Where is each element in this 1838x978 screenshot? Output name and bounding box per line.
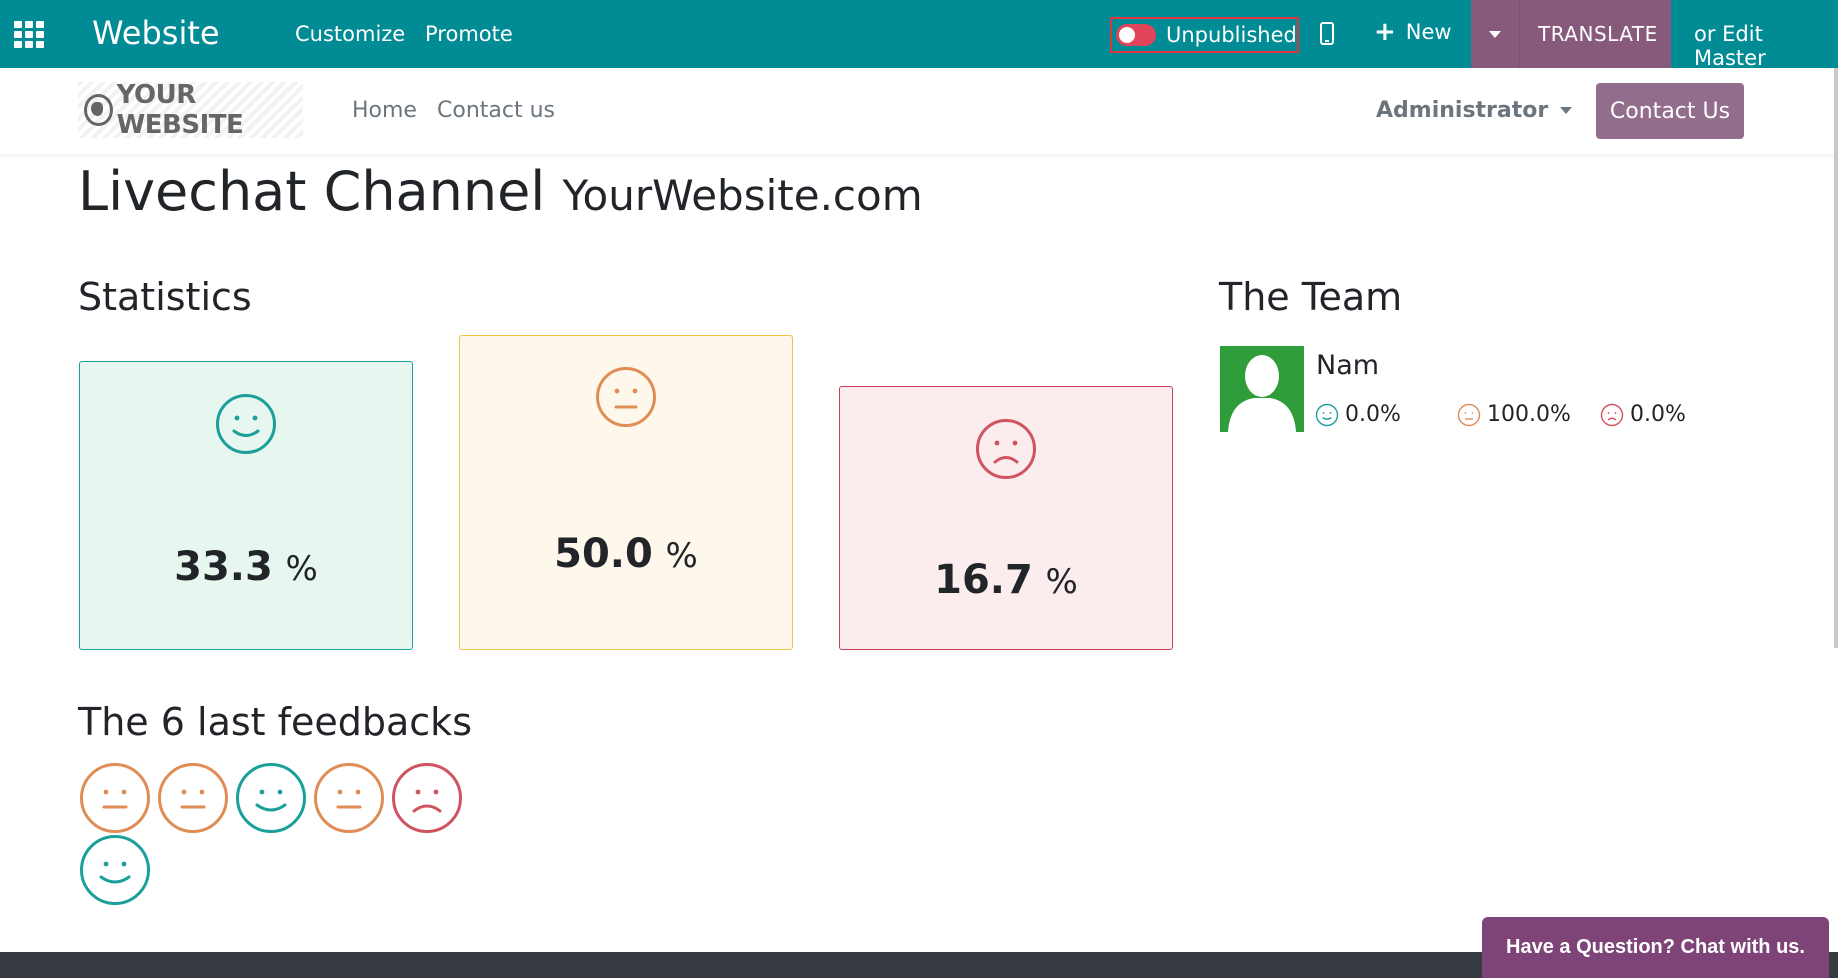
mobile-preview-icon[interactable] xyxy=(1320,22,1334,45)
stat-value-neutral: 50.0 % xyxy=(460,531,792,577)
scrollbar[interactable] xyxy=(1834,68,1838,648)
divider xyxy=(1519,0,1520,68)
site-header: YOUR WEBSITE Home Contact us Administrat… xyxy=(0,68,1838,154)
stat-value-sad: 16.7 % xyxy=(840,557,1172,603)
feedbacks-heading: The 6 last feedbacks xyxy=(78,700,472,744)
page-title-channel: YourWebsite.com xyxy=(562,171,923,220)
member-happy-percent: 0.0% xyxy=(1345,402,1401,427)
neutral-face-icon xyxy=(1457,403,1481,426)
stat-card-happy: 33.3 % xyxy=(79,361,413,650)
page-title: Livechat Channel YourWebsite.com xyxy=(78,160,923,223)
happy-feedback-icon xyxy=(236,763,306,833)
logo-text: YOUR WEBSITE xyxy=(116,80,244,140)
apps-grid-icon[interactable] xyxy=(14,21,44,48)
contact-us-button[interactable]: Contact Us xyxy=(1596,83,1744,139)
edit-master-link[interactable]: or Edit Master xyxy=(1694,22,1838,70)
neutral-feedback-icon xyxy=(314,763,384,833)
sad-feedback-icon xyxy=(392,763,462,833)
sad-face-icon xyxy=(976,419,1036,479)
neutral-feedback-icon xyxy=(158,763,228,833)
neutral-face-icon xyxy=(596,367,656,427)
happy-feedback-icon xyxy=(80,835,150,905)
stat-card-neutral: 50.0 % xyxy=(459,335,793,650)
member-sad-percent: 0.0% xyxy=(1630,402,1686,427)
percent-unit: % xyxy=(665,536,698,576)
user-menu[interactable]: Administrator xyxy=(1376,98,1573,123)
new-button[interactable]: + New xyxy=(1374,17,1452,47)
member-neutral-percent: 100.0% xyxy=(1487,402,1571,427)
percent-unit: % xyxy=(1045,562,1078,602)
member-stat-neutral: 100.0% xyxy=(1457,402,1571,427)
nav-home[interactable]: Home xyxy=(352,98,417,123)
sad-face-icon xyxy=(1600,403,1624,426)
chevron-down-icon xyxy=(1560,107,1573,114)
member-stat-sad: 0.0% xyxy=(1600,402,1686,427)
language-dropdown-icon[interactable] xyxy=(1489,30,1501,38)
neutral-percent: 50.0 xyxy=(554,531,653,577)
menu-customize[interactable]: Customize xyxy=(295,22,405,46)
globe-icon xyxy=(84,94,113,126)
statistics-heading: Statistics xyxy=(78,275,252,319)
translate-button[interactable]: TRANSLATE xyxy=(1538,22,1658,46)
site-logo[interactable]: YOUR WEBSITE xyxy=(78,80,303,140)
toggle-switch-icon[interactable] xyxy=(1116,24,1156,46)
menu-promote[interactable]: Promote xyxy=(425,22,513,46)
website-topbar: Website Customize Promote Unpublished + … xyxy=(0,0,1838,70)
happy-percent: 33.3 xyxy=(174,544,273,590)
happy-face-icon xyxy=(216,394,276,454)
member-stat-happy: 0.0% xyxy=(1315,402,1401,427)
livechat-button[interactable]: Have a Question? Chat with us. xyxy=(1482,917,1829,978)
team-heading: The Team xyxy=(1219,275,1403,319)
percent-unit: % xyxy=(285,549,318,589)
neutral-feedback-icon xyxy=(80,763,150,833)
avatar xyxy=(1220,346,1304,432)
new-button-label: New xyxy=(1405,20,1452,44)
stat-value-happy: 33.3 % xyxy=(80,544,412,590)
translate-group: TRANSLATE xyxy=(1471,0,1671,68)
nav-contact-us[interactable]: Contact us xyxy=(437,98,555,123)
team-member-name: Nam xyxy=(1316,350,1380,381)
stat-card-sad: 16.7 % xyxy=(839,386,1173,650)
plus-icon: + xyxy=(1374,17,1396,47)
sad-percent: 16.7 xyxy=(934,557,1033,603)
app-title[interactable]: Website xyxy=(92,14,220,52)
user-name: Administrator xyxy=(1376,98,1549,123)
user-placeholder-icon xyxy=(1228,355,1296,432)
publish-toggle[interactable]: Unpublished xyxy=(1110,17,1299,53)
happy-face-icon xyxy=(1315,403,1339,426)
page-title-main: Livechat Channel xyxy=(78,160,546,223)
publish-status-label: Unpublished xyxy=(1166,23,1297,47)
